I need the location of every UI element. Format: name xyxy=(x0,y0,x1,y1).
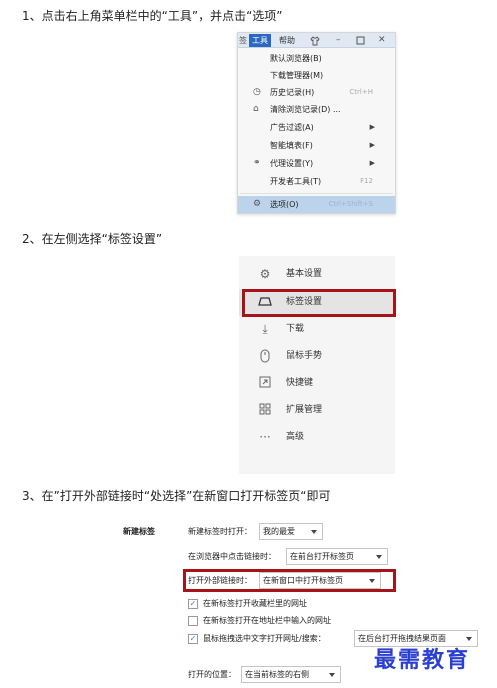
more-icon: ··· xyxy=(259,430,271,444)
select-value: 在前台打开标签页 xyxy=(290,552,354,561)
link-icon: ⚭ xyxy=(253,158,261,168)
sidebar-item-extensions[interactable]: 扩展管理 xyxy=(239,397,395,424)
select-value: 我的最爱 xyxy=(263,527,295,536)
highlight-box xyxy=(183,569,396,592)
sidebar-item-advanced[interactable]: ··· 高级 xyxy=(239,424,395,451)
menu-divider xyxy=(240,193,393,194)
menu-item-history[interactable]: ◷ 历史记录(H) Ctrl+H xyxy=(238,84,395,101)
new-tab-open-select[interactable]: 我的最爱 xyxy=(259,523,323,540)
menu-item-label: 历史记录(H) xyxy=(270,88,315,97)
shirt-icon[interactable] xyxy=(310,34,320,51)
page-link-click-label: 在浏览器中点击链接时： xyxy=(188,552,276,561)
menu-tools[interactable]: 工具 xyxy=(249,34,271,47)
menu-item-label: 默认浏览器(B) xyxy=(270,54,322,63)
highlight-box xyxy=(242,289,396,317)
extensions-icon xyxy=(257,403,273,418)
select-value: 在当前标签的右侧 xyxy=(245,670,309,679)
checkbox-label: 在新标签打开收藏栏里的网址 xyxy=(203,599,307,608)
menu-item-autofill[interactable]: 智能填表(F) ▶ xyxy=(238,137,395,154)
menu-item-label: 清除浏览记录(D) ... xyxy=(270,105,341,114)
history-icon: ◷ xyxy=(253,87,261,97)
step-2-instruction: 2、在左侧选择“标签设置” xyxy=(22,232,163,246)
open-position-label: 打开的位置： xyxy=(188,670,236,679)
sidebar-item-basic[interactable]: ⚙ 基本设置 xyxy=(239,261,395,288)
sidebar-item-mouse-gesture[interactable]: 鼠标手势 xyxy=(239,343,395,370)
gear-icon: ⚙ xyxy=(259,267,271,281)
minimize-icon[interactable]: – xyxy=(336,34,341,47)
checkbox-drag-select-search[interactable]: ✓ xyxy=(188,634,198,644)
sidebar-item-label: 鼠标手势 xyxy=(286,351,323,361)
menu-bar-fragment: 签 xyxy=(239,36,247,45)
sidebar-item-shortcuts[interactable]: 快捷键 xyxy=(239,370,395,397)
checkbox-label: 鼠标拖拽选中文字打开网址/搜索： xyxy=(203,634,326,643)
sidebar-item-download[interactable]: ⤓ 下载 xyxy=(239,316,395,343)
sidebar-item-label: 扩展管理 xyxy=(286,405,323,415)
menu-item-label: 广告过滤(A) xyxy=(270,123,314,132)
sidebar-item-label: 下载 xyxy=(286,324,305,334)
step-1-instruction: 1、点击右上角菜单栏中的“工具”，并点击“选项” xyxy=(22,9,283,23)
open-position-select[interactable]: 在当前标签的右侧 xyxy=(241,666,341,683)
new-tab-open-label: 新建标签时打开： xyxy=(188,527,252,536)
menu-item-shortcut: Ctrl+H xyxy=(349,88,373,96)
menu-item-shortcut: F12 xyxy=(360,177,373,185)
menu-item-proxy[interactable]: ⚭ 代理设置(Y) ▶ xyxy=(238,155,395,172)
broom-icon: ⌂ xyxy=(253,104,259,114)
submenu-arrow-icon: ▶ xyxy=(369,141,375,149)
section-title: 新建标签 xyxy=(123,527,155,536)
checkbox-label: 在新标签打开在地址栏中输入的网址 xyxy=(203,616,331,625)
close-icon[interactable]: ✕ xyxy=(378,34,386,47)
menu-item-download-manager[interactable]: 下载管理器(M) xyxy=(238,67,395,84)
sidebar-item-label: 高级 xyxy=(286,432,305,442)
menu-help[interactable]: 帮助 xyxy=(279,34,295,47)
menu-item-label: 代理设置(Y) xyxy=(270,159,314,168)
page-link-click-select[interactable]: 在前台打开标签页 xyxy=(286,548,388,565)
menu-item-ad-filter[interactable]: 广告过滤(A) ▶ xyxy=(238,119,395,136)
menu-bar: 签 工具 帮助 – ✕ xyxy=(238,33,395,48)
chevron-down-icon xyxy=(329,673,335,677)
menu-item-devtools[interactable]: 开发者工具(T) F12 xyxy=(238,173,395,190)
menu-item-options[interactable]: ⚙ 选项(O) Ctrl+Shift+S xyxy=(238,196,395,213)
chevron-down-icon xyxy=(466,637,472,641)
watermark: 最需教育 xyxy=(374,647,471,673)
restore-icon[interactable] xyxy=(356,34,365,50)
menu-item-shortcut: Ctrl+Shift+S xyxy=(328,200,373,208)
menu-item-label: 选项(O) xyxy=(270,200,299,209)
menu-item-label: 下载管理器(M) xyxy=(270,71,324,80)
checkbox-address-bar-new-tab[interactable] xyxy=(188,616,198,626)
checkbox-favorites-new-tab[interactable]: ✓ xyxy=(188,599,198,609)
menu-item-clear-history[interactable]: ⌂ 清除浏览记录(D) ... xyxy=(238,101,395,118)
shortcut-icon xyxy=(257,376,273,391)
sidebar-item-label: 快捷键 xyxy=(286,378,314,388)
menu-item-default-browser[interactable]: 默认浏览器(B) xyxy=(238,50,395,67)
menu-item-label: 智能填表(F) xyxy=(270,141,313,150)
download-icon: ⤓ xyxy=(262,322,268,336)
submenu-arrow-icon: ▶ xyxy=(369,123,375,131)
chevron-down-icon xyxy=(311,530,317,534)
mouse-icon xyxy=(257,349,273,364)
gear-icon: ⚙ xyxy=(253,199,262,209)
chevron-down-icon xyxy=(376,555,382,559)
sidebar-item-label: 基本设置 xyxy=(286,269,323,279)
submenu-arrow-icon: ▶ xyxy=(369,159,375,167)
tools-menu: 签 工具 帮助 – ✕ 默认浏览器(B) 下载管理器(M) ◷ 历史记录(H) … xyxy=(237,32,396,214)
menu-item-label: 开发者工具(T) xyxy=(270,177,322,186)
step-3-instruction: 3、在”打开外部链接时“处选择”在新窗口打开标签页“即可 xyxy=(22,489,331,503)
